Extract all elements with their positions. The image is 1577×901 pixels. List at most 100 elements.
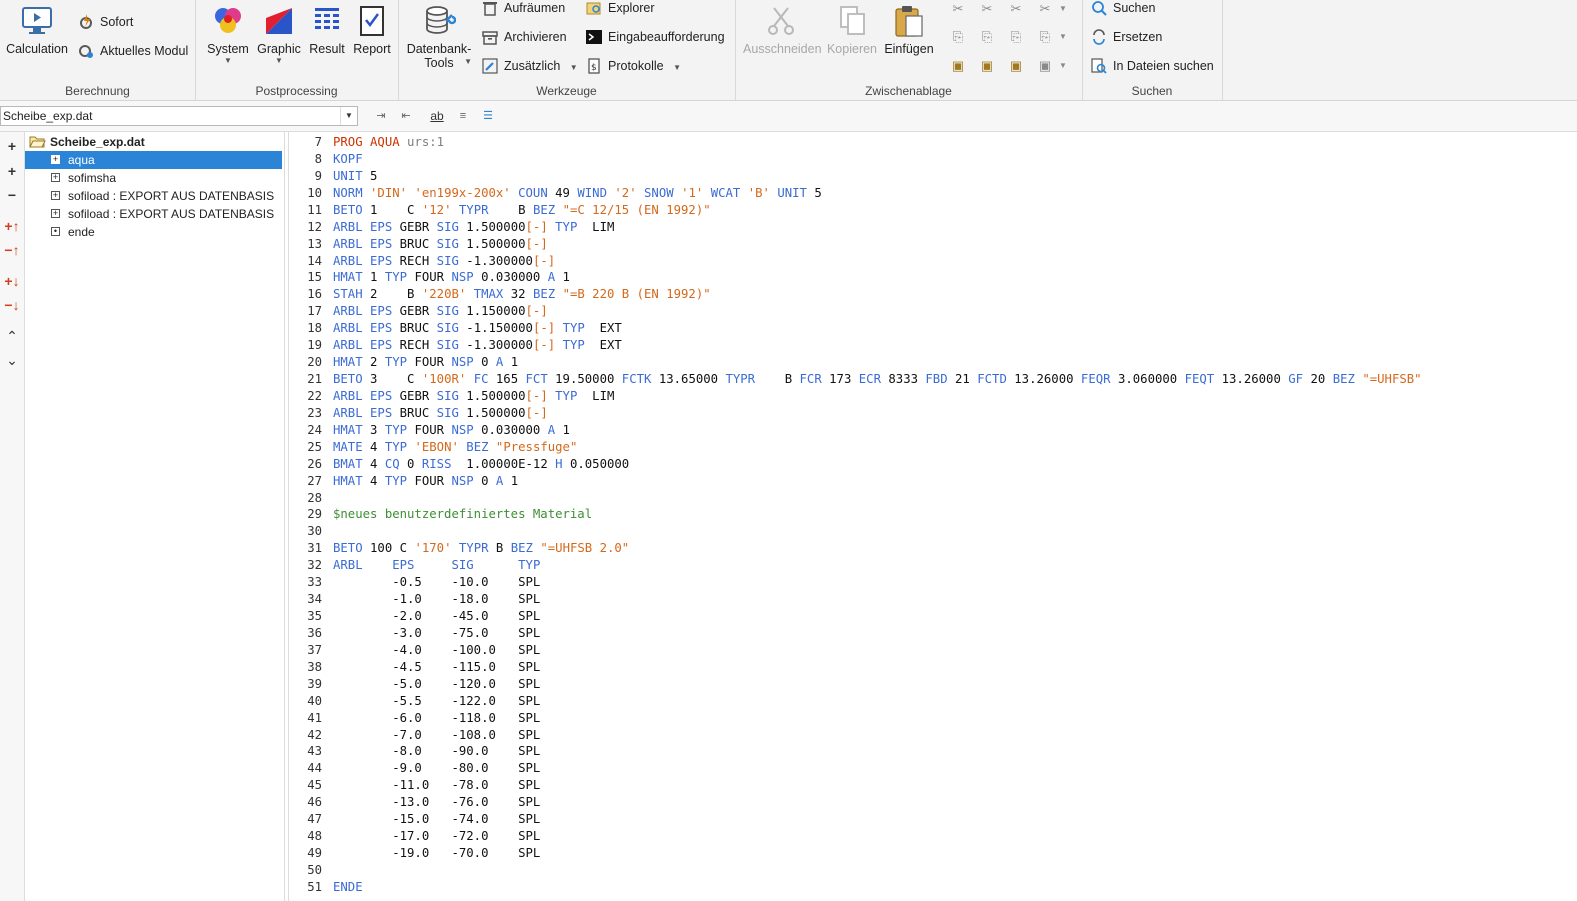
collapse-icon[interactable]: − bbox=[3, 187, 21, 203]
system-dropdown-arrow[interactable]: ▼ bbox=[205, 56, 251, 65]
einfuegen-button[interactable]: Einfügen bbox=[883, 4, 935, 56]
code-line[interactable]: 17 ARBL EPS GEBR SIG 1.150000[-] bbox=[289, 303, 548, 320]
chevron-down-icon[interactable]: ⌄ bbox=[3, 352, 21, 368]
code-line[interactable]: 28 bbox=[289, 490, 322, 507]
paste-3-icon[interactable]: ▣ bbox=[1008, 58, 1024, 74]
code-line[interactable]: 37 -4.0 -100.0 SPL bbox=[289, 642, 540, 659]
graphic-button[interactable]: Graphic ▼ bbox=[255, 4, 303, 65]
code-line[interactable]: 7 PROG AQUA urs:1 bbox=[289, 134, 444, 151]
code-line[interactable]: 39 -5.0 -120.0 SPL bbox=[289, 676, 540, 693]
expand-plus-icon[interactable]: + bbox=[51, 191, 60, 201]
code-line[interactable]: 25 MATE 4 TYP 'EBON' BEZ "Pressfuge" bbox=[289, 439, 577, 456]
tree-item[interactable]: + sofiload : EXPORT AUS DATENBASIS bbox=[25, 205, 282, 223]
tree-item[interactable]: + sofimsha bbox=[25, 169, 282, 187]
tree-item[interactable]: • ende bbox=[25, 223, 282, 241]
expand-plus-icon[interactable]: + bbox=[51, 155, 60, 165]
copy-dropdown-icon[interactable]: ⎘ bbox=[1037, 29, 1053, 45]
cut-1-icon[interactable]: ✂ bbox=[950, 1, 966, 17]
code-line[interactable]: 10 NORM 'DIN' 'en199x-200x' COUN 49 WIND … bbox=[289, 185, 822, 202]
file-select-combobox[interactable]: Scheibe_exp.dat ▼ bbox=[0, 106, 358, 126]
code-line[interactable]: 36 -3.0 -75.0 SPL bbox=[289, 625, 540, 642]
tree-root[interactable]: Scheibe_exp.dat bbox=[29, 133, 145, 151]
code-line[interactable]: 44 -9.0 -80.0 SPL bbox=[289, 760, 540, 777]
code-line[interactable]: 35 -2.0 -45.0 SPL bbox=[289, 608, 540, 625]
tree-item[interactable]: + sofiload : EXPORT AUS DATENBASIS bbox=[25, 187, 282, 205]
code-line[interactable]: 16 STAH 2 B '220B' TMAX 32 BEZ "=B 220 B … bbox=[289, 286, 710, 303]
code-line[interactable]: 11 BETO 1 C '12' TYPR B BEZ "=C 12/15 (EN… bbox=[289, 202, 710, 219]
code-line[interactable]: 50 bbox=[289, 862, 322, 879]
code-line[interactable]: 30 bbox=[289, 523, 322, 540]
add-up-icon[interactable]: +↑ bbox=[3, 218, 21, 234]
report-button[interactable]: Report bbox=[351, 4, 393, 56]
copy-3-icon[interactable]: ⎘ bbox=[1008, 29, 1024, 45]
code-line[interactable]: 41 -6.0 -118.0 SPL bbox=[289, 710, 540, 727]
aktuelles-modul-button[interactable]: Aktuelles Modul bbox=[78, 40, 188, 62]
cut-2-icon[interactable]: ✂ bbox=[979, 1, 995, 17]
protokolle-button[interactable]: $ Protokolle ▼ bbox=[586, 55, 681, 77]
code-line[interactable]: 12 ARBL EPS GEBR SIG 1.500000[-] TYP LIM bbox=[289, 219, 614, 236]
eingabeaufforderung-button[interactable]: Eingabeaufforderung bbox=[586, 26, 725, 48]
paste-dropdown-icon[interactable]: ▣ bbox=[1037, 58, 1053, 74]
tree-item[interactable]: + aqua bbox=[25, 151, 282, 169]
code-line[interactable]: 49 -19.0 -70.0 SPL bbox=[289, 845, 540, 862]
result-button[interactable]: Result bbox=[307, 4, 347, 56]
code-line[interactable]: 20 HMAT 2 TYP FOUR NSP 0 A 1 bbox=[289, 354, 518, 371]
code-line[interactable]: 32 ARBL EPS SIG TYP bbox=[289, 557, 540, 574]
chevron-up-icon[interactable]: ⌃ bbox=[3, 328, 21, 344]
format-lines-icon[interactable]: ☰ bbox=[479, 108, 497, 124]
code-line[interactable]: 42 -7.0 -108.0 SPL bbox=[289, 727, 540, 744]
graphic-dropdown-arrow[interactable]: ▼ bbox=[255, 56, 303, 65]
code-line[interactable]: 40 -5.5 -122.0 SPL bbox=[289, 693, 540, 710]
datenbank-tools-button[interactable]: Datenbank- Tools ▼ bbox=[404, 4, 474, 70]
code-line[interactable]: 43 -8.0 -90.0 SPL bbox=[289, 743, 540, 760]
paste-1-icon[interactable]: ▣ bbox=[950, 58, 966, 74]
copy-1-icon[interactable]: ⎘ bbox=[950, 29, 966, 45]
datenbank-tools-dropdown-arrow[interactable]: ▼ bbox=[464, 57, 472, 66]
code-line[interactable]: 22 ARBL EPS GEBR SIG 1.500000[-] TYP LIM bbox=[289, 388, 614, 405]
kopieren-button[interactable]: Kopieren bbox=[825, 4, 879, 56]
code-line[interactable]: 14 ARBL EPS RECH SIG -1.300000[-] bbox=[289, 253, 555, 270]
sofort-button[interactable]: Sofort bbox=[78, 11, 133, 33]
code-line[interactable]: 21 BETO 3 C '100R' FC 165 FCT 19.50000 FC… bbox=[289, 371, 1421, 388]
cut-dropdown-icon[interactable]: ✂ bbox=[1037, 1, 1053, 17]
code-line[interactable]: 26 BMAT 4 CQ 0 RISS 1.00000E-12 H 0.05000… bbox=[289, 456, 629, 473]
code-line[interactable]: 19 ARBL EPS RECH SIG -1.300000[-] TYP EXT bbox=[289, 337, 622, 354]
ersetzen-button[interactable]: Ersetzen bbox=[1091, 26, 1162, 48]
in-dateien-suchen-button[interactable]: In Dateien suchen bbox=[1091, 55, 1214, 77]
indent-icon[interactable]: ⇥ bbox=[372, 108, 390, 124]
code-line[interactable]: 27 HMAT 4 TYP FOUR NSP 0 A 1 bbox=[289, 473, 518, 490]
expand-plus-icon[interactable]: + bbox=[51, 173, 60, 183]
code-line[interactable]: 13 ARBL EPS BRUC SIG 1.500000[-] bbox=[289, 236, 548, 253]
code-line[interactable]: 23 ARBL EPS BRUC SIG 1.500000[-] bbox=[289, 405, 548, 422]
copy-2-icon[interactable]: ⎘ bbox=[979, 29, 995, 45]
code-line[interactable]: 47 -15.0 -74.0 SPL bbox=[289, 811, 540, 828]
code-line[interactable]: 18 ARBL EPS BRUC SIG -1.150000[-] TYP EXT bbox=[289, 320, 622, 337]
archivieren-button[interactable]: Archivieren bbox=[482, 26, 567, 48]
code-line[interactable]: 31 BETO 100 C '170' TYPR B BEZ "=UHFSB 2.… bbox=[289, 540, 629, 557]
code-editor[interactable]: 7 PROG AQUA urs:1 8 KOPF 9 UNIT 5 10 NORM 'DIN'… bbox=[288, 132, 1577, 901]
paste-dropdown-arrow-icon[interactable]: ▼ bbox=[1055, 58, 1071, 74]
zusaetzlich-dropdown-arrow[interactable]: ▼ bbox=[570, 63, 578, 72]
aufraeumen-button[interactable]: Aufräumen bbox=[482, 0, 565, 19]
explorer-button[interactable]: Explorer bbox=[586, 0, 655, 19]
suchen-button[interactable]: Suchen bbox=[1091, 0, 1155, 19]
copy-dropdown-arrow-icon[interactable]: ▼ bbox=[1055, 29, 1071, 45]
code-line[interactable]: 15 HMAT 1 TYP FOUR NSP 0.030000 A 1 bbox=[289, 269, 570, 286]
protokolle-dropdown-arrow[interactable]: ▼ bbox=[673, 63, 681, 72]
ausschneiden-button[interactable]: Ausschneiden bbox=[743, 4, 822, 56]
code-line[interactable]: 8 KOPF bbox=[289, 151, 363, 168]
remove-down-icon[interactable]: −↓ bbox=[3, 297, 21, 313]
chevron-down-icon[interactable]: ▼ bbox=[340, 107, 357, 125]
wrap-lines-icon[interactable]: ≡ bbox=[454, 108, 472, 124]
cut-dropdown-arrow-icon[interactable]: ▼ bbox=[1055, 1, 1071, 17]
add-down-icon[interactable]: +↓ bbox=[3, 273, 21, 289]
system-button[interactable]: System ▼ bbox=[205, 4, 251, 65]
remove-up-icon[interactable]: −↑ bbox=[3, 242, 21, 258]
expand-all-icon[interactable]: + bbox=[3, 138, 21, 154]
code-line[interactable]: 33 -0.5 -10.0 SPL bbox=[289, 574, 540, 591]
code-line[interactable]: 24 HMAT 3 TYP FOUR NSP 0.030000 A 1 bbox=[289, 422, 570, 439]
code-line[interactable]: 38 -4.5 -115.0 SPL bbox=[289, 659, 540, 676]
code-line[interactable]: 51 ENDE bbox=[289, 879, 362, 896]
paste-2-icon[interactable]: ▣ bbox=[979, 58, 995, 74]
expand-icon[interactable]: + bbox=[3, 163, 21, 179]
